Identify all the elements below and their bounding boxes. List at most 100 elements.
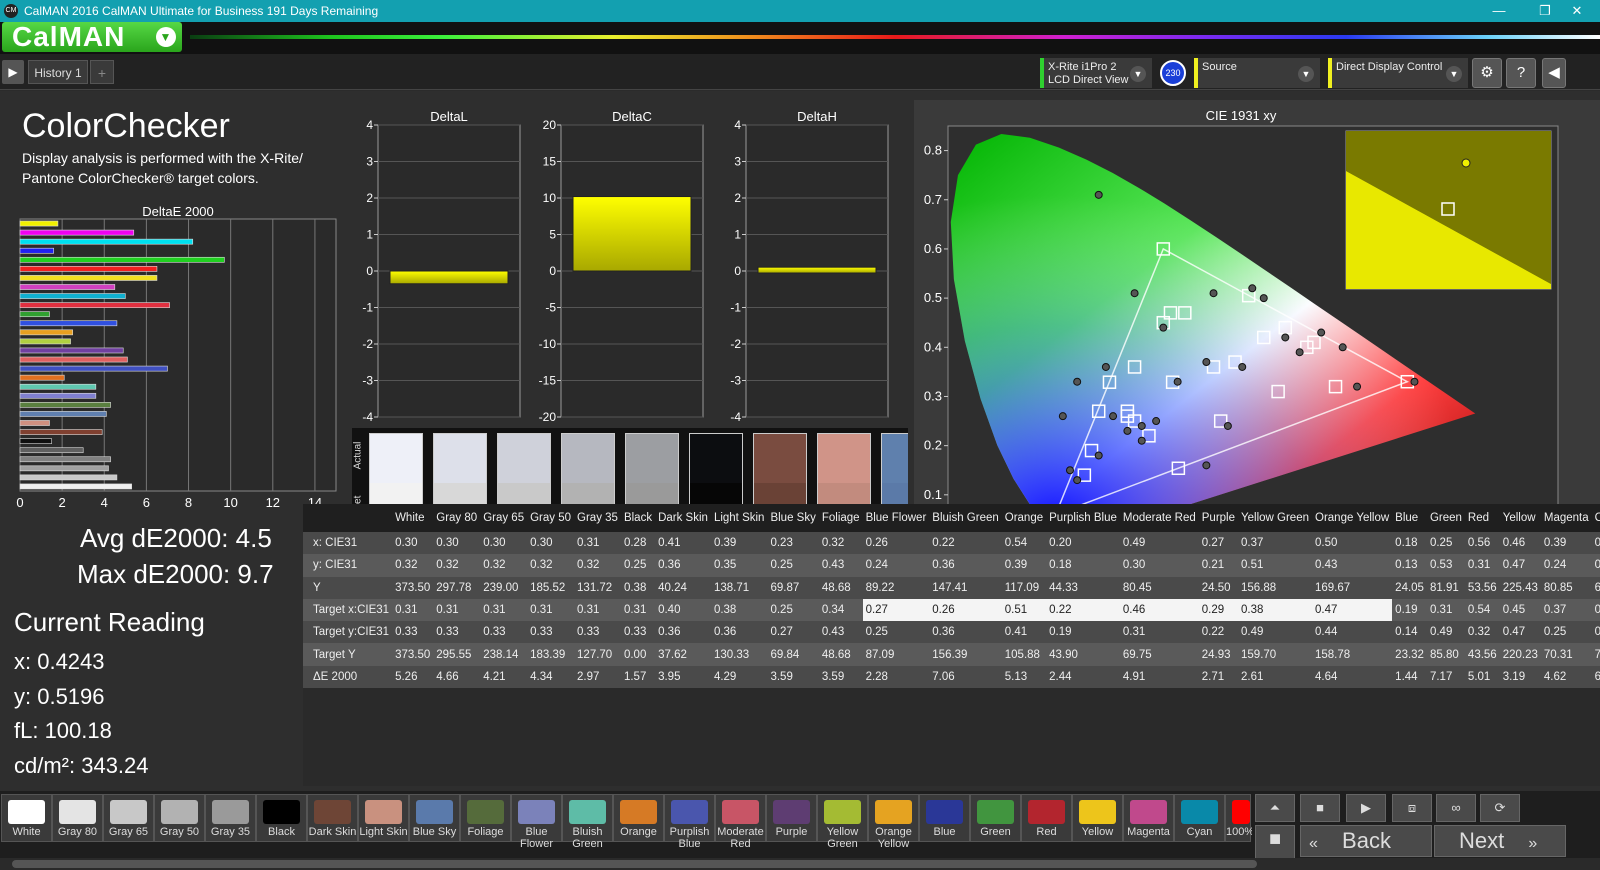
- table-cell[interactable]: 0.30: [433, 532, 481, 555]
- back-button[interactable]: « Back: [1300, 825, 1432, 857]
- swatch-yellow-green[interactable]: Yellow Green: [817, 794, 868, 850]
- swatch-blue-sky[interactable]: Blue Sky: [409, 794, 460, 842]
- table-cell[interactable]: 0.33: [574, 621, 621, 644]
- table-cell[interactable]: 0.21: [1198, 554, 1239, 577]
- refresh-icon[interactable]: ⟳: [1480, 794, 1520, 822]
- column-header[interactable]: Blue Flower: [862, 504, 930, 532]
- table-cell[interactable]: 0.37: [1540, 598, 1592, 622]
- table-cell[interactable]: 0.35: [710, 554, 768, 577]
- table-cell[interactable]: 0.26: [929, 598, 1002, 622]
- table-cell[interactable]: 117.09: [1001, 576, 1047, 599]
- swatch-purplish-blue[interactable]: Purplish Blue: [664, 794, 715, 850]
- table-cell[interactable]: 0.21: [1591, 598, 1600, 622]
- column-header[interactable]: Moderate Red: [1119, 504, 1199, 532]
- table-cell[interactable]: 24.05: [1392, 576, 1427, 599]
- table-cell[interactable]: 7.06: [929, 665, 1002, 689]
- column-header[interactable]: White: [392, 504, 434, 532]
- column-header[interactable]: Foliage: [818, 504, 863, 532]
- table-cell[interactable]: 0.27: [767, 621, 819, 644]
- table-cell[interactable]: 69.75: [1119, 643, 1199, 666]
- table-cell[interactable]: 68.77: [1591, 576, 1600, 599]
- table-cell[interactable]: 239.00: [480, 576, 528, 599]
- table-cell[interactable]: 72.53: [1591, 643, 1600, 666]
- table-cell[interactable]: 0.36: [710, 621, 768, 644]
- table-cell[interactable]: 0.50: [1312, 532, 1393, 555]
- table-cell[interactable]: 2.71: [1198, 665, 1239, 689]
- table-cell[interactable]: 0.36: [655, 554, 711, 577]
- table-cell[interactable]: 80.45: [1119, 576, 1199, 599]
- table-cell[interactable]: 85.80: [1426, 643, 1465, 666]
- table-cell[interactable]: 0.44: [1312, 621, 1393, 644]
- table-cell[interactable]: 4.29: [710, 665, 768, 689]
- column-header[interactable]: Yellow Green: [1238, 504, 1312, 532]
- table-cell[interactable]: 0.27: [1198, 532, 1239, 555]
- table-cell[interactable]: 0.41: [655, 532, 711, 555]
- table-cell[interactable]: 169.67: [1312, 576, 1393, 599]
- table-cell[interactable]: 0.49: [1119, 532, 1199, 555]
- table-cell[interactable]: 0.36: [655, 621, 711, 644]
- swatch-light-skin[interactable]: Light Skin: [358, 794, 409, 842]
- swatch-green[interactable]: Green: [970, 794, 1021, 842]
- table-cell[interactable]: 0.43: [818, 554, 863, 577]
- table-cell[interactable]: 4.62: [1540, 665, 1592, 689]
- table-cell[interactable]: 0.38: [1238, 598, 1312, 622]
- table-cell[interactable]: 43.56: [1464, 643, 1500, 666]
- table-cell[interactable]: 0.20: [1046, 532, 1120, 555]
- table-cell[interactable]: 3.59: [818, 665, 863, 689]
- table-cell[interactable]: 0.30: [1119, 554, 1199, 577]
- table-cell[interactable]: 5.26: [392, 665, 434, 689]
- table-cell[interactable]: 0.38: [710, 598, 768, 622]
- table-cell[interactable]: 0.33: [620, 621, 656, 644]
- table-cell[interactable]: 0.28: [620, 532, 656, 555]
- table-cell[interactable]: 0.49: [1238, 621, 1312, 644]
- table-cell[interactable]: 0.22: [1198, 621, 1239, 644]
- table-cell[interactable]: 0.43: [818, 621, 863, 644]
- table-cell[interactable]: 0.31: [433, 598, 481, 622]
- swatch-100[interactable]: 100%: [1225, 794, 1252, 842]
- table-cell[interactable]: 0.37: [1238, 532, 1312, 555]
- swatch-yellow[interactable]: Yellow: [1072, 794, 1123, 842]
- table-cell[interactable]: 2.28: [862, 665, 930, 689]
- up-arrow-icon[interactable]: ⏶: [1255, 794, 1295, 822]
- table-cell[interactable]: 43.90: [1046, 643, 1120, 666]
- table-cell[interactable]: 89.22: [862, 576, 930, 599]
- table-cell[interactable]: 87.09: [862, 643, 930, 666]
- swatch-orange[interactable]: Orange: [613, 794, 664, 842]
- table-cell[interactable]: 0.25: [767, 598, 819, 622]
- table-cell[interactable]: 1.44: [1392, 665, 1427, 689]
- column-header[interactable]: Red: [1464, 504, 1500, 532]
- table-cell[interactable]: 138.71: [710, 576, 768, 599]
- table-cell[interactable]: 220.23: [1499, 643, 1541, 666]
- close-button[interactable]: ✕: [1554, 0, 1600, 22]
- swatch-scrollbar[interactable]: [0, 858, 1600, 870]
- table-cell[interactable]: 185.52: [527, 576, 575, 599]
- gear-icon[interactable]: ⚙: [1472, 58, 1502, 88]
- table-cell[interactable]: 0.47: [1499, 554, 1541, 577]
- swatch-magenta[interactable]: Magenta: [1123, 794, 1174, 842]
- table-cell[interactable]: 0.19: [1392, 598, 1427, 622]
- table-cell[interactable]: 4.66: [433, 665, 481, 689]
- table-cell[interactable]: 373.50: [392, 576, 434, 599]
- table-cell[interactable]: 0.33: [527, 621, 575, 644]
- stop-icon[interactable]: ■: [1300, 794, 1340, 822]
- table-cell[interactable]: 1.57: [620, 665, 656, 689]
- table-cell[interactable]: 0.29: [1198, 598, 1239, 622]
- column-header[interactable]: Light Skin: [710, 504, 768, 532]
- table-cell[interactable]: 0.31: [480, 598, 528, 622]
- table-cell[interactable]: 0.51: [1238, 554, 1312, 577]
- table-cell[interactable]: 0.25: [862, 621, 930, 644]
- table-cell[interactable]: 0.32: [433, 554, 481, 577]
- table-cell[interactable]: 0.24: [862, 554, 930, 577]
- column-header[interactable]: Black: [620, 504, 656, 532]
- table-cell[interactable]: 0.22: [1046, 598, 1120, 622]
- table-cell[interactable]: 0.31: [1426, 598, 1465, 622]
- stop-button[interactable]: ■: [1255, 825, 1295, 859]
- column-header[interactable]: Blue Sky: [767, 504, 819, 532]
- table-cell[interactable]: 297.78: [433, 576, 481, 599]
- table-cell[interactable]: 53.56: [1464, 576, 1500, 599]
- table-cell[interactable]: 158.78: [1312, 643, 1393, 666]
- table-cell[interactable]: 0.32: [1464, 621, 1500, 644]
- swatch-gray-35[interactable]: Gray 35: [205, 794, 256, 842]
- column-header[interactable]: Orange: [1001, 504, 1047, 532]
- column-header[interactable]: Magenta: [1540, 504, 1592, 532]
